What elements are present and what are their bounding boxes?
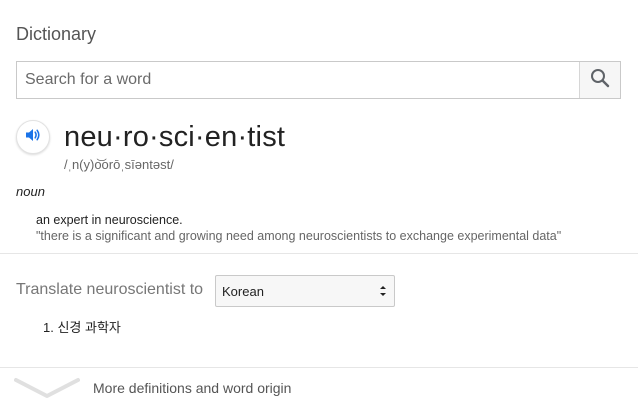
search-button[interactable] [579,62,620,98]
pronunciation-button[interactable] [16,120,50,154]
phonetic-spelling: /ˌn(y)o͝orōˌsīəntəst/ [64,157,174,172]
language-select[interactable]: Korean [215,275,395,307]
chevron-down-icon[interactable] [14,376,80,400]
translation-result: 1. 신경 과학자 [43,320,121,335]
divider [0,367,638,368]
divider [0,253,638,254]
speaker-icon [24,126,42,149]
selected-language: Korean [222,283,264,299]
search-icon [590,68,610,93]
search-box [16,61,621,99]
headword: neu·ro·sci·en·tist [64,121,286,153]
card-title: Dictionary [16,24,97,44]
search-input[interactable] [17,62,579,98]
translate-label: Translate neuroscientist to [16,281,204,298]
dictionary-card: Dictionary neu·ro·sci·en·tist /ˌn(y)o͝or… [0,0,638,408]
part-of-speech: noun [16,184,45,199]
select-arrows-icon [378,284,388,301]
example-sentence: "there is a significant and growing need… [36,229,562,243]
definition-text: an expert in neuroscience. [36,213,183,227]
more-definitions-link[interactable]: More definitions and word origin [93,380,291,396]
